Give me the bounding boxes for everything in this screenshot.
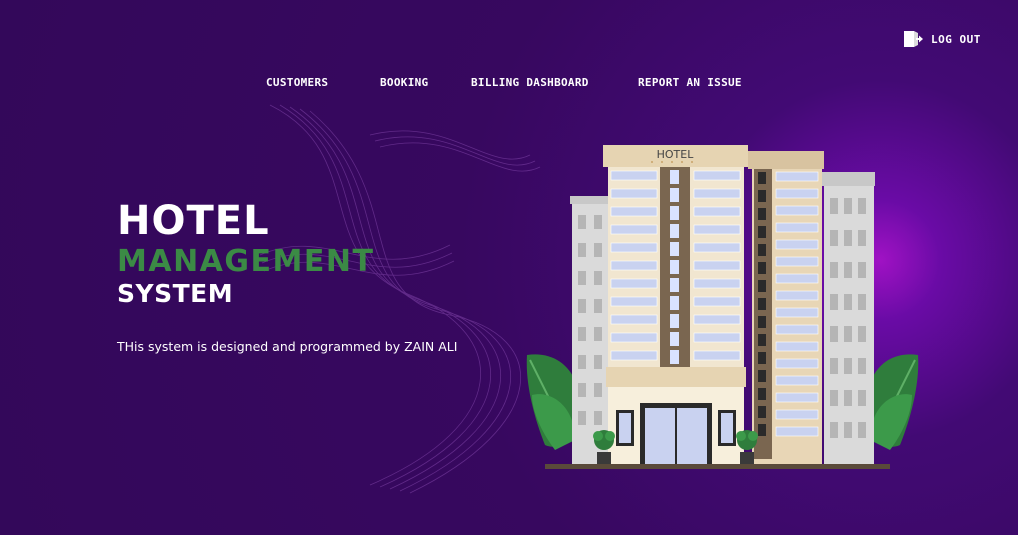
hero-title-system: SYSTEM bbox=[117, 279, 234, 308]
hero-title-management: MANAGEMENT bbox=[117, 244, 375, 279]
main-tower: HOTEL bbox=[603, 145, 748, 465]
main-nav: CUSTOMERS BOOKING BILLING DASHBOARD REPO… bbox=[0, 76, 1018, 90]
nav-customers[interactable]: CUSTOMERS bbox=[266, 76, 328, 89]
nav-booking[interactable]: BOOKING bbox=[380, 76, 428, 89]
nav-report-an-issue[interactable]: REPORT AN ISSUE bbox=[638, 76, 742, 89]
logout-button[interactable]: LOG OUT bbox=[903, 30, 981, 48]
credit-text: THis system is designed and programmed b… bbox=[117, 339, 458, 354]
logout-icon bbox=[904, 31, 923, 47]
logout-label: LOG OUT bbox=[931, 32, 981, 46]
hotel-sign-text: HOTEL bbox=[657, 148, 695, 161]
right-wing bbox=[822, 172, 875, 466]
nav-billing-dashboard[interactable]: BILLING DASHBOARD bbox=[471, 76, 589, 89]
right-tower bbox=[748, 151, 824, 464]
hotel-building-illustration: HOTEL bbox=[526, 145, 919, 469]
hero-title-hotel: HOTEL bbox=[117, 198, 270, 244]
left-wing bbox=[570, 196, 610, 466]
ground-line bbox=[545, 464, 890, 469]
